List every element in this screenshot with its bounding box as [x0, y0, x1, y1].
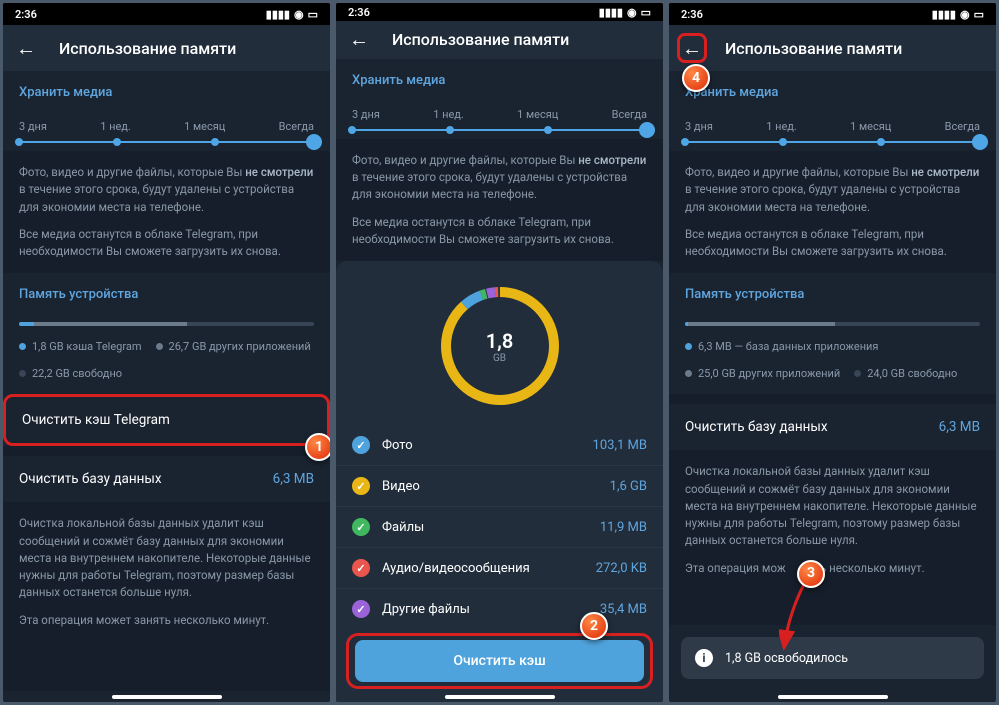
status-bar: 2:36 ▮▮▮▮ ◉ ▭: [669, 3, 996, 25]
keep-media-section: Хранить медиа 3 дня 1 нед. 1 месяц Всегд…: [336, 59, 663, 139]
keep-media-slider[interactable]: [685, 141, 980, 143]
cache-cat-photo[interactable]: ✓ Фото 103,1 MB: [336, 425, 663, 465]
step-marker-2: 2: [580, 612, 608, 640]
cache-sheet: 1,8 GB ✓ Фото 103,1 MB ✓ Видео 1,6 GB ✓ …: [336, 261, 663, 702]
screen-2: 2:36 ▮▮▮▮ ◉ ▭ ← Использование памяти Храни…: [336, 3, 663, 702]
home-indicator[interactable]: [112, 695, 222, 699]
keep-media-slider[interactable]: [19, 141, 314, 143]
wifi-icon: ◉: [960, 8, 970, 21]
status-time: 2:36: [681, 8, 703, 21]
legend-item: 6,3 MB — база данных приложения: [685, 340, 878, 353]
check-icon[interactable]: ✓: [352, 559, 370, 577]
storage-legend: 1,8 GB кэша Telegram 26,7 GB других прил…: [19, 340, 314, 380]
clear-db-button[interactable]: Очистить базу данных 6,3 MB: [3, 456, 330, 502]
legend-item: 26,7 GB других приложений: [156, 340, 311, 353]
cache-cat-files[interactable]: ✓ Файлы 11,9 MB: [336, 506, 663, 547]
screen-1: 2:36 ▮▮▮▮ ◉ ▭ ← Использование памяти Хра…: [3, 3, 330, 702]
db-info: Очистка локальной базы данных удалит кэш…: [3, 502, 330, 642]
donut-total-unit: GB: [493, 353, 506, 364]
slider-tick-label: 1 нед.: [100, 120, 131, 133]
cache-donut-chart: 1,8 GB: [435, 281, 565, 411]
signal-icon: ▮▮▮▮: [266, 8, 290, 21]
clear-cache-button[interactable]: Очистить кэш Telegram: [6, 397, 327, 443]
keep-media-info: Фото, видео и другие файлы, которые Вы н…: [669, 151, 996, 273]
battery-icon: ▭: [308, 8, 318, 21]
header-title: Использование памяти: [59, 39, 236, 58]
slider-thumb[interactable]: [306, 134, 322, 150]
slider-labels: 3 дня 1 нед. 1 месяц Всегда: [19, 120, 314, 133]
legend-item: 22,2 GB свободно: [19, 367, 122, 380]
status-time: 2:36: [348, 6, 370, 19]
check-icon[interactable]: ✓: [352, 477, 370, 495]
keep-media-section: Хранить медиа 3 дня 1 нед. 1 месяц Всегд…: [3, 71, 330, 151]
slider-tick-label: 3 дня: [19, 120, 47, 133]
keep-media-title: Хранить медиа: [352, 73, 647, 88]
storage-bar: [19, 322, 314, 326]
header-title: Использование памяти: [392, 30, 569, 49]
keep-media-section: Хранить медиа 3 дня 1 нед. 1 месяц Всегд…: [669, 71, 996, 151]
check-icon[interactable]: ✓: [352, 436, 370, 454]
back-button[interactable]: ← 4: [677, 33, 707, 63]
home-indicator[interactable]: [778, 695, 888, 699]
db-info: Очистка локальной базы данных удалит кэш…: [669, 450, 996, 590]
device-storage-section: Память устройства 6,3 MB — база данных п…: [669, 273, 996, 394]
back-button[interactable]: ←: [11, 33, 41, 63]
status-time: 2:36: [15, 8, 37, 21]
wifi-icon: ◉: [294, 8, 304, 21]
app-header: ← 4 Использование памяти: [669, 25, 996, 71]
status-bar: 2:36 ▮▮▮▮ ◉ ▭: [3, 3, 330, 25]
keep-media-title: Хранить медиа: [685, 85, 980, 100]
clear-db-button[interactable]: Очистить базу данных 6,3 MB: [669, 404, 996, 450]
check-icon[interactable]: ✓: [352, 600, 370, 618]
app-header: ← Использование памяти: [336, 21, 663, 59]
info-icon: i: [695, 649, 713, 667]
header-title: Использование памяти: [725, 39, 902, 58]
home-indicator[interactable]: [445, 695, 555, 699]
status-icons: ▮▮▮▮ ◉ ▭: [266, 8, 318, 21]
keep-media-slider[interactable]: [352, 129, 647, 131]
keep-media-info: Фото, видео и другие файлы, которые Вы н…: [336, 139, 663, 261]
step-marker-4: 4: [682, 64, 710, 92]
clear-cache-highlight: Очистить кэш Telegram 1: [3, 394, 330, 446]
cache-cat-audio[interactable]: ✓ Аудио/видеосообщения 272,0 KB: [336, 547, 663, 588]
storage-bar: [685, 322, 980, 326]
legend-item: 25,0 GB других приложений: [685, 367, 840, 380]
battery-icon: ▭: [641, 6, 651, 19]
clear-cache-confirm-button[interactable]: Очистить кэш: [355, 640, 644, 682]
screen-3: 2:36 ▮▮▮▮ ◉ ▭ ← 4 Использование памяти Хра…: [669, 3, 996, 702]
back-button[interactable]: ←: [344, 25, 374, 55]
keep-media-info: Фото, видео и другие файлы, которые Вы н…: [3, 151, 330, 273]
device-storage-section: Память устройства 1,8 GB кэша Telegram 2…: [3, 273, 330, 394]
step-marker-1: 1: [305, 433, 330, 461]
device-storage-title: Память устройства: [19, 287, 314, 302]
donut-total-value: 1,8: [486, 329, 514, 353]
slider-tick-label: 1 месяц: [184, 120, 225, 133]
signal-icon: ▮▮▮▮: [932, 8, 956, 21]
legend-item: 1,8 GB кэша Telegram: [19, 340, 142, 353]
slider-tick-label: Всегда: [279, 120, 314, 133]
clear-cache-highlight: Очистить кэш 2: [346, 633, 653, 689]
cache-cat-other[interactable]: ✓ Другие файлы 35,4 MB: [336, 588, 663, 629]
signal-icon: ▮▮▮▮: [599, 6, 623, 19]
cache-cat-video[interactable]: ✓ Видео 1,6 GB: [336, 465, 663, 506]
keep-media-title: Хранить медиа: [19, 85, 314, 100]
legend-item: 24,0 GB свободно: [854, 367, 957, 380]
app-header: ← Использование памяти: [3, 25, 330, 71]
wifi-icon: ◉: [627, 6, 637, 19]
step-marker-3: 3: [797, 560, 825, 588]
battery-icon: ▭: [974, 8, 984, 21]
check-icon[interactable]: ✓: [352, 518, 370, 536]
status-bar: 2:36 ▮▮▮▮ ◉ ▭: [336, 3, 663, 21]
